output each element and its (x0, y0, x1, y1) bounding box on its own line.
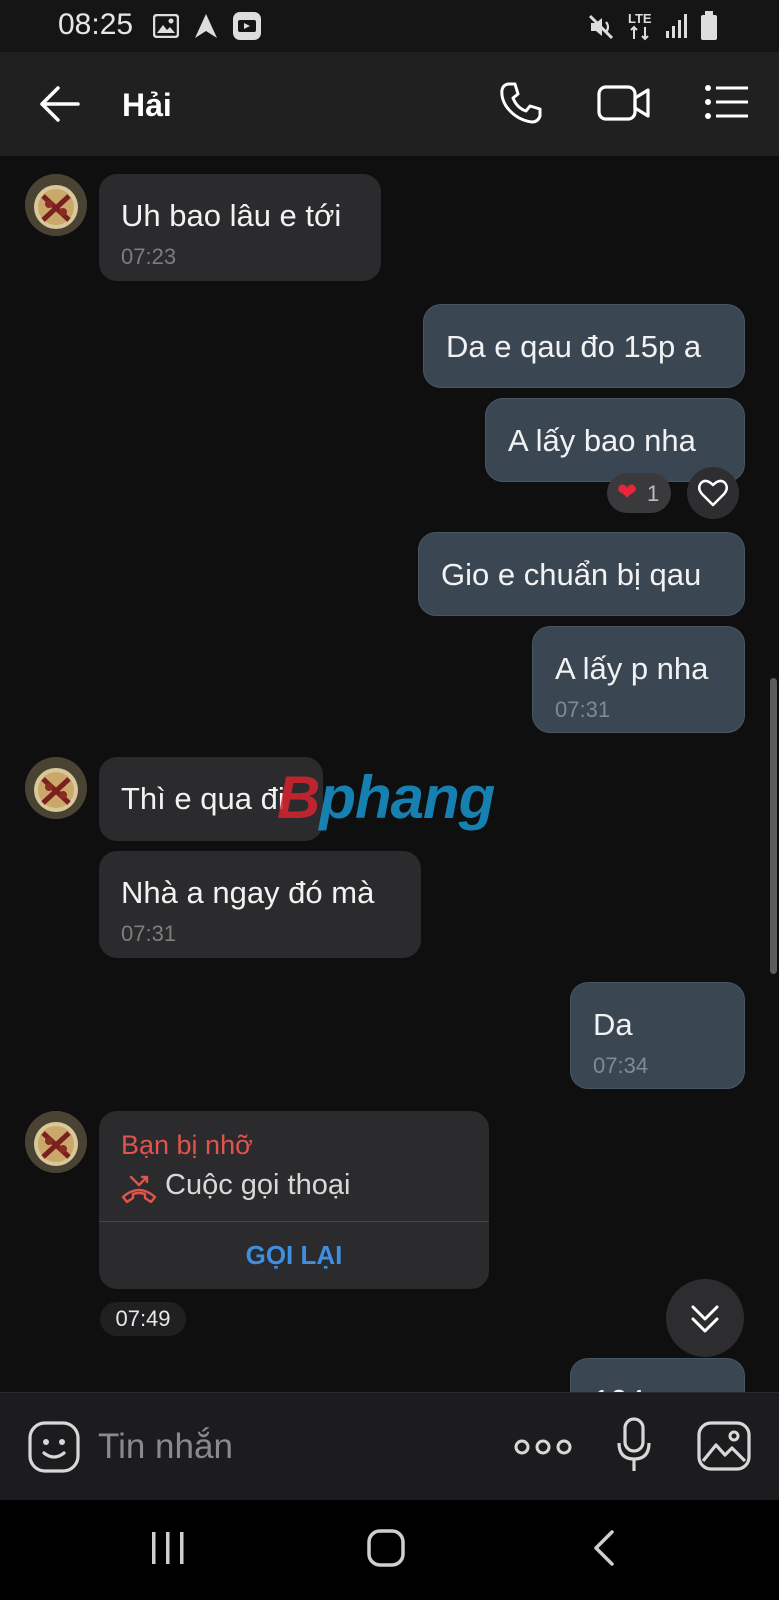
missed-call-title: Bạn bị nhỡ (121, 1130, 253, 1160)
microphone-icon[interactable] (616, 1417, 652, 1478)
missed-call-icon (121, 1175, 157, 1208)
call-back-button[interactable]: GỌI LẠI (99, 1222, 489, 1289)
message-text: Thì e qua đi (121, 781, 285, 816)
emoji-icon[interactable] (28, 1421, 80, 1478)
image-icon (152, 13, 180, 43)
message-time-chip: 07:49 (100, 1302, 186, 1336)
watermark-text: phang (319, 764, 495, 831)
scroll-to-bottom-button[interactable] (666, 1279, 744, 1357)
video-app-icon (232, 11, 262, 46)
message-time: 07:31 (121, 921, 177, 946)
message-bubble-outgoing[interactable]: Da e qau đo 15p a (423, 304, 745, 388)
signal-icon (665, 13, 689, 44)
status-bar: 08:25 LTE (0, 0, 779, 52)
recent-apps-icon[interactable] (150, 1530, 186, 1571)
add-reaction-button[interactable] (687, 467, 739, 519)
heart-outline-icon (698, 479, 728, 507)
watermark-logo: Bphang (277, 763, 495, 832)
mute-icon (588, 14, 614, 45)
message-text: A lấy p nha (555, 651, 709, 686)
message-bubble-incoming[interactable]: Nhà a ngay đó mà 07:31 (99, 851, 421, 958)
message-composer (0, 1392, 779, 1500)
message-bubble-outgoing[interactable]: A lấy p nha 07:31 (532, 626, 745, 733)
back-arrow-icon[interactable] (38, 84, 80, 129)
navigation-icon (194, 13, 218, 44)
double-chevron-down-icon (691, 1305, 719, 1333)
video-camera-icon[interactable] (597, 83, 651, 128)
heart-reaction-icon: ❤ (617, 479, 638, 506)
call-type-label: Cuộc gọi thoại (165, 1169, 351, 1201)
system-navigation-bar (0, 1500, 779, 1600)
phone-icon[interactable] (498, 80, 544, 131)
message-bubble-outgoing[interactable]: Gio e chuẩn bị qau (418, 532, 745, 616)
lte-text: LTE (628, 11, 652, 26)
contact-name[interactable]: Hải (122, 87, 172, 124)
message-text: Nhà a ngay đó mà (121, 875, 375, 910)
missed-call-card: Bạn bị nhỡ Cuộc gọi thoại GỌI LẠI (99, 1111, 489, 1289)
message-bubble-outgoing[interactable]: 104 (570, 1358, 745, 1392)
message-time: 07:31 (555, 697, 611, 722)
image-gallery-icon[interactable] (697, 1421, 751, 1476)
message-text: Uh bao lâu e tới (121, 198, 342, 233)
watermark-lead: B (277, 764, 320, 831)
avatar[interactable] (25, 174, 87, 236)
message-bubble-incoming[interactable]: Uh bao lâu e tới 07:23 (99, 174, 381, 281)
back-icon[interactable] (592, 1530, 616, 1571)
battery-icon (700, 11, 718, 46)
lte-icon: LTE (628, 10, 656, 47)
message-bubble-outgoing[interactable]: Da 07:34 (570, 982, 745, 1089)
message-input[interactable] (98, 1421, 488, 1473)
avatar[interactable] (25, 757, 87, 819)
avatar[interactable] (25, 1111, 87, 1173)
reaction-count: 1 (647, 481, 660, 506)
message-text: Gio e chuẩn bị qau (441, 557, 702, 592)
status-time: 08:25 (58, 8, 134, 41)
message-text: 104 (593, 1383, 645, 1392)
message-list[interactable]: Uh bao lâu e tới 07:23 Da e qau đo 15p a… (0, 156, 779, 1392)
menu-list-icon[interactable] (705, 84, 749, 125)
message-text: A lấy bao nha (508, 423, 696, 458)
message-text: Da e qau đo 15p a (446, 329, 702, 364)
home-icon[interactable] (366, 1528, 406, 1573)
scrollbar[interactable] (770, 678, 777, 974)
chat-header: Hải (0, 52, 779, 156)
message-text: Da (593, 1007, 633, 1042)
message-time: 07:34 (593, 1053, 649, 1078)
more-dots-icon[interactable] (514, 1437, 572, 1462)
reaction-badge[interactable]: ❤ 1 (607, 473, 671, 513)
message-time: 07:23 (121, 244, 177, 269)
